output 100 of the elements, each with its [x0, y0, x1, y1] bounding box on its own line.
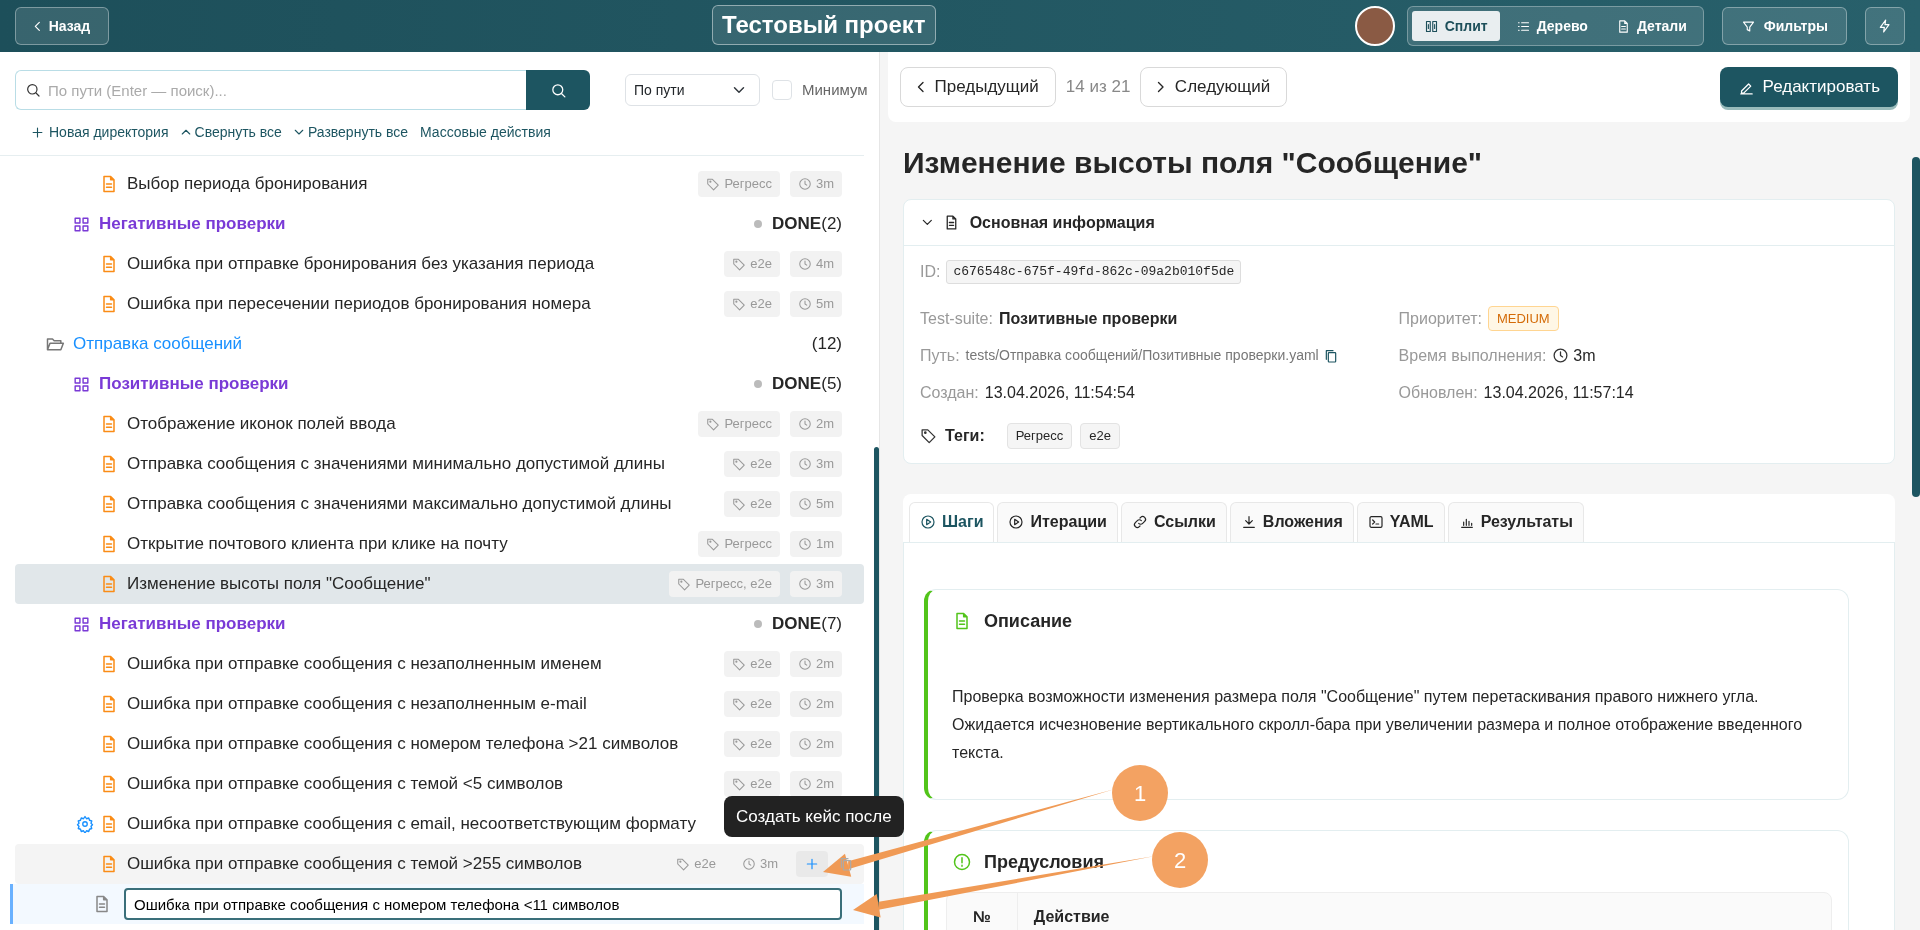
status-dot [754, 220, 763, 228]
next-button[interactable]: Следующий [1140, 67, 1288, 107]
chevron-left-icon [917, 81, 925, 93]
tag-chip: Регресс [698, 411, 780, 437]
case-counter: 14 из 21 [1065, 76, 1131, 99]
clock-icon [797, 497, 812, 511]
edit-button[interactable]: Редактировать [1719, 67, 1898, 107]
duration-chip: 2m [789, 691, 842, 717]
test-case-label[interactable]: Ошибка при пересечении периодов бронирования номера [127, 291, 591, 317]
tag-chip: Регресс [1006, 423, 1073, 449]
tab[interactable]: YAML [1356, 501, 1445, 542]
test-case-label[interactable]: Отображение иконок полей ввода [127, 411, 396, 437]
suite-label[interactable]: Негативные проверки [99, 611, 286, 637]
back-button[interactable]: Назад [15, 7, 110, 45]
toolbar-link[interactable]: Развернуть все [293, 122, 409, 143]
test-case-label[interactable]: Ошибка при отправке сообщения с темой >255 символов [127, 851, 583, 877]
tag-icon [676, 857, 691, 871]
test-case-label[interactable]: Ошибка при отправке бронирования без указания периода [127, 251, 595, 277]
info-card-header[interactable]: Основная информация [904, 200, 1894, 246]
tooltip: Создать кейс после [724, 795, 904, 837]
tag-icon [706, 537, 721, 551]
clock-icon [797, 657, 812, 671]
priority-badge: MEDIUM [1487, 305, 1559, 332]
suite-status: DONE [772, 613, 822, 636]
duration-chip: 1m [789, 531, 842, 557]
tab[interactable]: Результаты [1447, 501, 1584, 542]
clock-icon [797, 417, 812, 431]
clock-icon [797, 257, 812, 271]
clock-icon [797, 177, 812, 191]
new-case-field[interactable]: Ошибка при отправке сообщения с номером телефона <11 символов [124, 888, 842, 920]
sort-select[interactable]: По пути [625, 74, 760, 106]
test-case-label[interactable]: Ошибка при отправке сообщения с темой <5 символов [127, 771, 564, 797]
tag-icon [732, 737, 747, 751]
funnel-icon [1740, 18, 1756, 34]
chevron-up-icon [180, 129, 191, 136]
add-case-button[interactable] [796, 851, 828, 877]
tag-icon [732, 457, 747, 471]
toolbar-link[interactable]: Массовые действия [420, 122, 551, 143]
duration-chip: 2m [789, 731, 842, 757]
duration-chip: 5m [789, 291, 842, 317]
clock-icon [797, 577, 812, 591]
duration-chip: 5m [789, 491, 842, 517]
test-case-label[interactable]: Ошибка при отправке сообщения с email, несоответствующим формату [127, 811, 696, 837]
duration-chip: 3m [789, 451, 842, 477]
play-circle-icon [920, 514, 936, 530]
field-label: Test-suite: [920, 308, 993, 329]
tag-label: e2e [668, 851, 724, 877]
tag-chip: e2e [1080, 423, 1120, 449]
tag-chip: e2e [724, 691, 780, 717]
filters-button[interactable]: Фильтры [1721, 7, 1847, 45]
plus-icon [804, 856, 820, 872]
tab[interactable]: Шаги [909, 501, 995, 542]
tag-chip: e2e [724, 651, 780, 677]
test-case-label[interactable]: Ошибка при отправке сообщения с незаполненным e-mail [127, 691, 587, 717]
scrollbar[interactable] [1912, 157, 1920, 497]
suite-label[interactable]: Позитивные проверки [99, 371, 289, 397]
field-label: ID: [920, 262, 941, 282]
test-case-label[interactable]: Ошибка при отправке сообщения с незаполненным именем [127, 651, 602, 677]
view-mode-tab[interactable]: Детали [1603, 11, 1699, 41]
clock-icon [797, 737, 812, 751]
minimum-checkbox[interactable] [772, 80, 792, 100]
suite-label[interactable]: Негативные проверки [99, 211, 286, 237]
tab[interactable]: Итерации [997, 501, 1118, 542]
tab[interactable]: Вложения [1229, 501, 1354, 542]
clock-icon [797, 777, 812, 791]
test-case-label[interactable]: Отправка сообщения с значениями максимально допустимой длины [127, 491, 672, 517]
tag-icon [920, 427, 937, 445]
test-case-label[interactable]: Выбор периода бронирования [127, 171, 368, 197]
view-mode-tab[interactable]: Дерево [1503, 11, 1600, 41]
split-icon [1423, 18, 1439, 34]
lightning-button[interactable] [1865, 7, 1905, 45]
field-label: Обновлен: [1398, 382, 1478, 403]
search-field[interactable]: По пути (Enter — поиск)... [15, 70, 526, 110]
test-case-label[interactable]: Ошибка при отправке сообщения с номером телефона >21 символов [127, 731, 679, 757]
tag-chip: e2e [724, 251, 780, 277]
user-avatar[interactable] [1354, 6, 1395, 46]
view-mode-tab[interactable]: Сплит [1411, 11, 1500, 41]
section-text: Проверка возможности изменения размера поля "Сообщение" путем перетаскивания правого нижнего угла. Ожидается исчезновение вертикального скролл-бара при увеличении размера и полное отображение введенного текста. [952, 686, 1804, 763]
grid-icon [72, 614, 91, 634]
field-value: Позитивные проверки [998, 308, 1178, 329]
previous-button[interactable]: Предыдущий [900, 67, 1056, 107]
path-value: tests/Отправка сообщений/Позитивные проверки.yaml [965, 346, 1319, 365]
tag-chip: Регресс, e2e [669, 571, 780, 597]
toolbar-link[interactable]: Свернуть все [180, 122, 282, 143]
test-case-label[interactable]: Открытие почтового клиента при клике на почту [127, 531, 508, 557]
column-header: № [973, 906, 991, 927]
tag-chip: e2e [724, 771, 780, 797]
link-icon [1131, 514, 1148, 530]
test-case-label[interactable]: Отправка сообщения с значениями минимально допустимой длины [127, 451, 665, 477]
field-label: Приоритет: [1398, 308, 1482, 329]
tab[interactable]: Ссылки [1120, 501, 1227, 542]
search-button[interactable] [526, 70, 590, 110]
section-heading: Предусловия [984, 850, 1104, 874]
plus-icon [30, 125, 45, 140]
duration-chip: 3m [789, 571, 842, 597]
field-label: Создан: [920, 382, 979, 403]
clock-icon [797, 297, 812, 311]
toolbar-link[interactable]: Новая директория [30, 122, 169, 143]
minimum-label: Минимум [802, 79, 868, 100]
test-case-label[interactable]: Изменение высоты поля "Сообщение" [127, 571, 431, 597]
